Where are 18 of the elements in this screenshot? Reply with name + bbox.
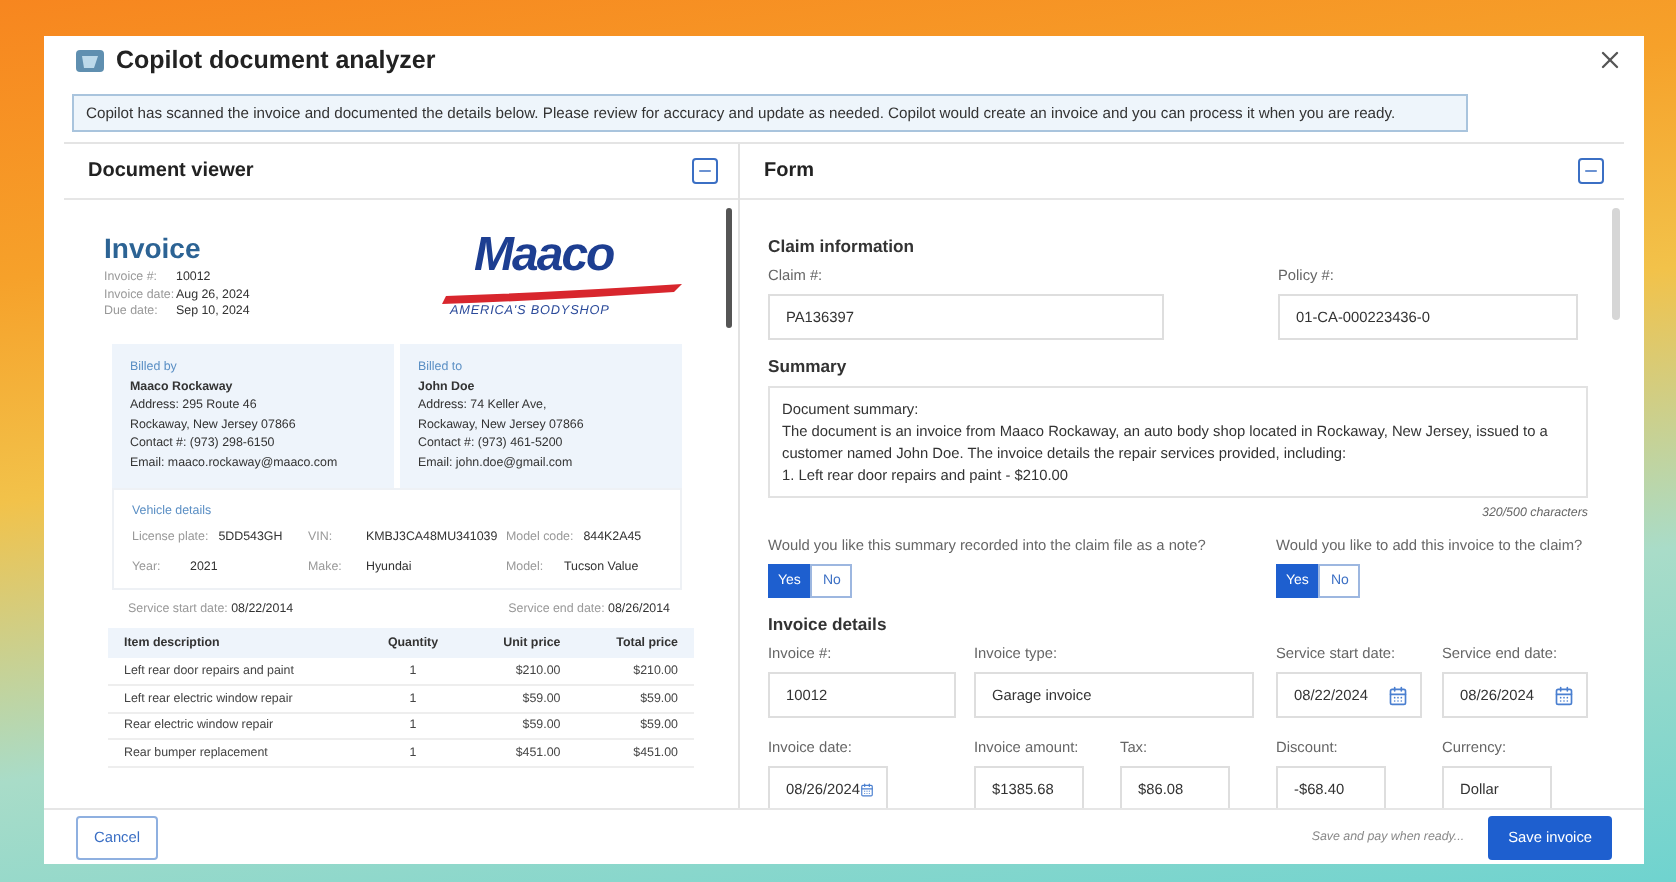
section-title: Summary [768, 356, 849, 376]
section-title: Claim information [768, 236, 917, 256]
scrollbar-thumb[interactable] [726, 208, 732, 328]
logo-wordmark: Maaco [474, 228, 614, 284]
close-icon[interactable] [1596, 46, 1624, 74]
panel-title: Document viewer [88, 160, 254, 182]
invoice-title: Invoice [104, 232, 203, 264]
window-title: Copilot document analyzer [116, 46, 438, 74]
collapse-button[interactable] [1578, 158, 1604, 184]
panel-title: Form [764, 160, 814, 182]
app-icon [76, 47, 104, 73]
section-title: Invoice details [768, 614, 889, 634]
calendar-icon [860, 779, 874, 799]
calendar-icon [1554, 685, 1574, 705]
logo-swoosh-icon [438, 284, 686, 304]
scrollbar-thumb[interactable] [1612, 208, 1620, 320]
collapse-button[interactable] [692, 158, 718, 184]
calendar-icon [1388, 685, 1408, 705]
